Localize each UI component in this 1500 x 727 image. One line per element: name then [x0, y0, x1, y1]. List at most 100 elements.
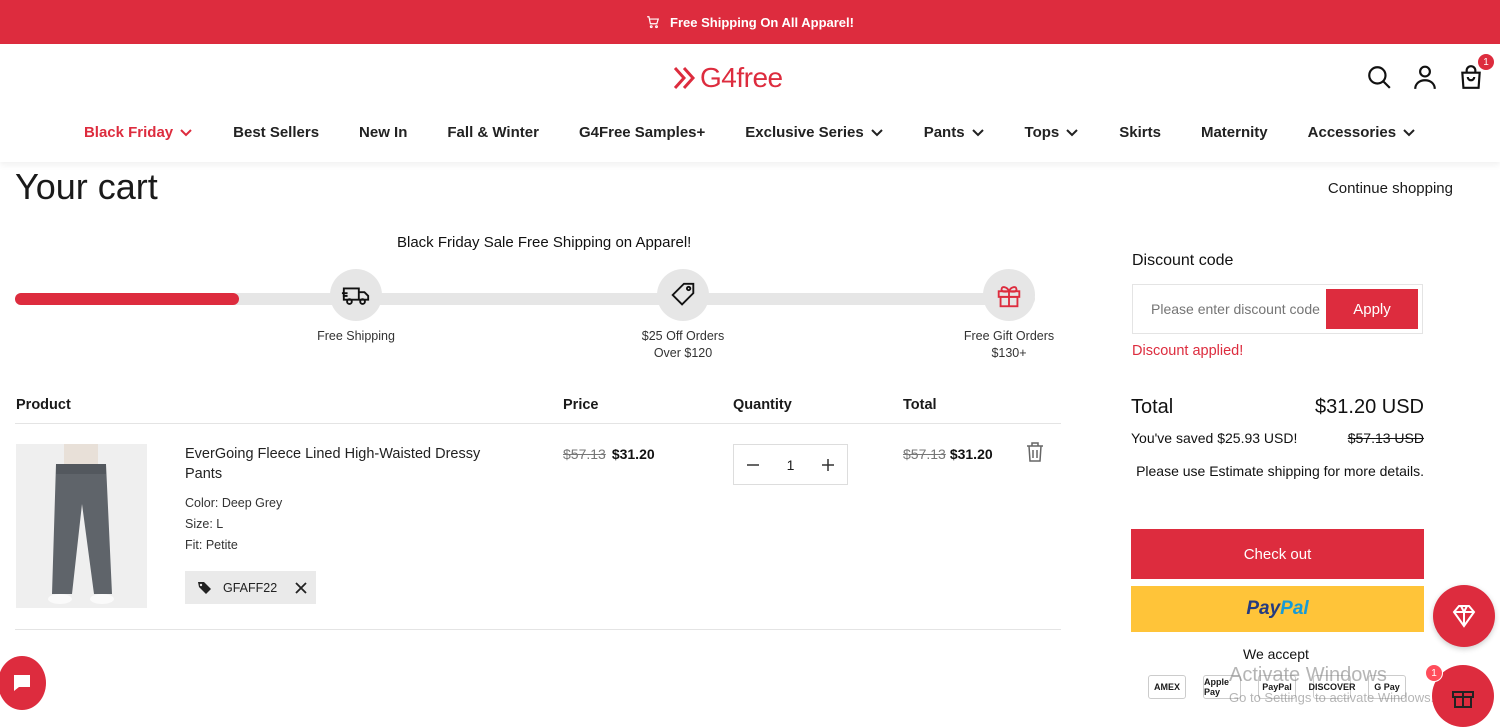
header-icons: 1	[1366, 54, 1494, 90]
coupon-code: GFAFF22	[223, 580, 278, 595]
nav-item-best-sellers[interactable]: Best Sellers	[213, 120, 339, 144]
product-fit: Fit: Petite	[185, 538, 238, 552]
apply-discount-button[interactable]: Apply	[1326, 289, 1418, 329]
remove-coupon-icon[interactable]	[293, 580, 309, 596]
announcement-bar: Free Shipping On All Apparel!	[0, 0, 1500, 44]
site-header: G4free 1 Black Friday Best Sellers New In F…	[0, 44, 1500, 162]
logo[interactable]: G4free	[672, 62, 783, 94]
table-divider	[15, 423, 1061, 424]
we-accept-label: We accept	[1243, 646, 1309, 662]
chevron-down-icon	[1403, 129, 1415, 137]
logo-mark-icon	[673, 66, 696, 90]
nav-item-label: Tops	[1024, 123, 1060, 141]
shipping-note: Please use Estimate shipping for more de…	[1136, 463, 1424, 479]
promo-title: Black Friday Sale Free Shipping on Appar…	[397, 234, 692, 251]
gift-box-icon	[1452, 691, 1474, 708]
product-size: Size: L	[185, 517, 224, 531]
chevron-down-icon	[870, 129, 883, 137]
nav-item-new-in[interactable]: New In	[339, 120, 427, 144]
line-total: $57.13 $31.20	[903, 446, 993, 464]
cart-icon	[647, 16, 660, 29]
logo-text: G4free	[700, 62, 783, 93]
original-total: $57.13 USD	[1347, 430, 1424, 446]
unit-price-sale: $31.20	[611, 446, 655, 462]
milestone-discount-line1: $25 Off Orders	[641, 329, 725, 343]
line-total-original: $57.13	[903, 446, 946, 462]
milestone-free-gift	[983, 269, 1035, 321]
promo-progress-track	[15, 293, 1035, 305]
nav-item-label: Black Friday	[83, 123, 174, 141]
milestone-label-discount: $25 Off Orders Over $120	[613, 328, 753, 362]
rewards-float-button[interactable]	[1433, 585, 1495, 647]
total-value: $31.20 USD	[1315, 396, 1424, 418]
discount-code-label: Discount code	[1132, 252, 1234, 269]
chevron-down-icon	[971, 129, 984, 137]
nav-item-exclusive-series[interactable]: Exclusive Series	[725, 120, 903, 144]
cart-bag-icon[interactable]: 1	[1458, 54, 1494, 90]
plus-icon[interactable]	[821, 458, 835, 472]
paypal-logo-part2: Pal	[1280, 598, 1309, 619]
nav-item-g4free-samples[interactable]: G4Free Samples+	[559, 120, 725, 144]
nav-item-skirts[interactable]: Skirts	[1099, 120, 1181, 144]
header-price: Price	[563, 397, 599, 413]
gift-count-badge: 1	[1425, 664, 1443, 682]
product-name[interactable]: EverGoing Fleece Lined High-Waisted Dres…	[185, 444, 505, 484]
nav-item-label: Skirts	[1119, 123, 1161, 141]
product-image[interactable]	[16, 444, 147, 608]
trash-icon[interactable]	[1025, 441, 1045, 463]
truck-icon	[341, 287, 370, 305]
header-product: Product	[16, 397, 71, 413]
nav-item-label: Exclusive Series	[745, 123, 864, 141]
unit-price: $57.13 $31.20	[563, 446, 655, 464]
promo-progress-fill	[15, 293, 240, 305]
header-total: Total	[903, 397, 937, 413]
search-icon[interactable]	[1366, 64, 1392, 90]
line-total-sale: $31.20	[949, 446, 993, 462]
minus-icon[interactable]	[746, 458, 760, 472]
nav-item-label: Maternity	[1200, 123, 1268, 141]
applied-coupon-tag: GFAFF22	[185, 571, 316, 604]
nav-item-label: Best Sellers	[233, 123, 320, 141]
payment-icon-amex: AMEX	[1148, 675, 1186, 699]
chat-button[interactable]	[0, 656, 46, 710]
diamond-icon	[1452, 605, 1476, 628]
nav-item-fall-winter[interactable]: Fall & Winter	[427, 120, 559, 144]
milestone-gift-line1: Free Gift Orders	[963, 329, 1055, 343]
nav-item-tops[interactable]: Tops	[1005, 120, 1100, 144]
nav-item-accessories[interactable]: Accessories	[1288, 120, 1436, 144]
announcement-text: Free Shipping On All Apparel!	[670, 14, 854, 30]
windows-watermark-subtitle: Go to Settings to activate Windows.	[1229, 690, 1435, 705]
header-quantity: Quantity	[733, 397, 792, 413]
nav-item-pants[interactable]: Pants	[904, 120, 1005, 144]
nav-item-black-friday[interactable]: Black Friday	[64, 120, 213, 144]
nav-item-label: Pants	[923, 123, 965, 141]
chevron-down-icon	[180, 129, 192, 137]
chat-icon	[14, 675, 30, 691]
discount-status-message: Discount applied!	[1132, 343, 1244, 359]
milestone-discount-line2: Over $120	[653, 346, 713, 360]
cart-count-badge: 1	[1478, 54, 1494, 70]
tag-icon	[671, 282, 695, 306]
milestone-label-shipping: Free Shipping	[317, 329, 395, 343]
paypal-button[interactable]: Pay Pal	[1131, 586, 1424, 632]
continue-shopping-link[interactable]: Continue shopping	[1328, 180, 1453, 197]
nav-item-label: Fall & Winter	[447, 123, 539, 141]
chevron-down-icon	[1066, 129, 1078, 137]
page-title: Your cart	[15, 166, 158, 207]
total-label: Total	[1131, 396, 1174, 418]
milestone-discount	[657, 269, 709, 321]
nav-item-maternity[interactable]: Maternity	[1181, 120, 1288, 144]
discount-form: Apply	[1132, 284, 1423, 334]
tags-icon	[198, 581, 211, 594]
checkout-button[interactable]: Check out	[1131, 529, 1424, 579]
savings-text: You've saved $25.93 USD!	[1131, 430, 1298, 446]
nav-item-label: G4Free Samples+	[578, 123, 706, 141]
nav-item-label: New In	[359, 123, 408, 141]
paypal-logo-part1: Pay	[1246, 598, 1281, 619]
discount-code-input[interactable]	[1133, 285, 1325, 333]
gift-icon	[997, 286, 1021, 308]
windows-watermark-title: Activate Windows	[1229, 664, 1387, 686]
quantity-value[interactable]: 1	[787, 457, 795, 473]
account-icon[interactable]	[1412, 64, 1438, 90]
main-nav: Black Friday Best Sellers New In Fall & Win…	[0, 120, 1500, 144]
